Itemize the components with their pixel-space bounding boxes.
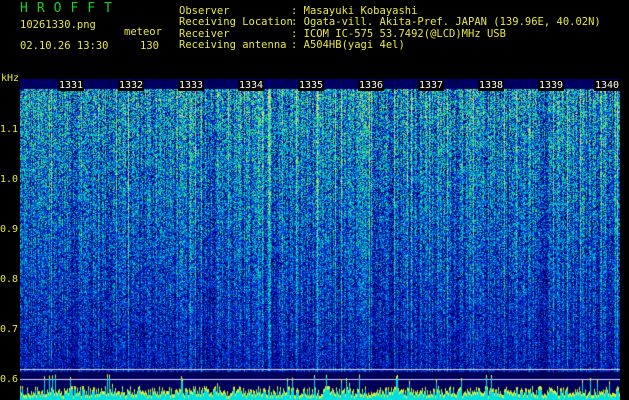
header-panel: HROFFT 10261330.png 02.10.26 13:30 meteo…	[0, 0, 629, 78]
ytick-0-6: 0.6	[0, 374, 19, 385]
time-mark: 1336	[358, 80, 385, 91]
time-mark: 1338	[478, 80, 505, 91]
time-mark: 1334	[238, 80, 265, 91]
time-mark: 1333	[178, 80, 205, 91]
ytick-1-0: 1.0	[0, 174, 19, 185]
spectrogram-canvas[interactable]	[20, 79, 620, 400]
time-mark: 1331	[58, 80, 85, 91]
time-mark: 1337	[418, 80, 445, 91]
app-brand: HROFFT	[20, 1, 121, 16]
ytick-0-9: 0.9	[0, 224, 19, 235]
location-value: : Ogata-vill. Akita-Pref. JAPAN (139.96E…	[291, 16, 601, 28]
file-name: 10261330.png	[20, 19, 96, 31]
antenna-value: : A504HB(yagi 4el)	[291, 39, 405, 51]
time-mark: 1340	[594, 80, 621, 91]
time-mark: 1339	[538, 80, 565, 91]
ytick-0-8: 0.8	[0, 274, 19, 285]
location-label: Receiving Location	[179, 16, 293, 28]
ytick-0-7: 0.7	[0, 324, 19, 335]
frequency-axis: 1.1 1.0 0.9 0.8 0.7 0.6	[0, 79, 20, 400]
time-mark: 1335	[298, 80, 325, 91]
antenna-label: Receiving antenna	[179, 39, 287, 51]
time-mark: 1332	[118, 80, 145, 91]
mode-value: 130	[140, 40, 159, 52]
mode-label: meteor	[124, 26, 162, 38]
date-time: 02.10.26 13:30	[20, 40, 109, 52]
ytick-1-1: 1.1	[0, 124, 19, 135]
